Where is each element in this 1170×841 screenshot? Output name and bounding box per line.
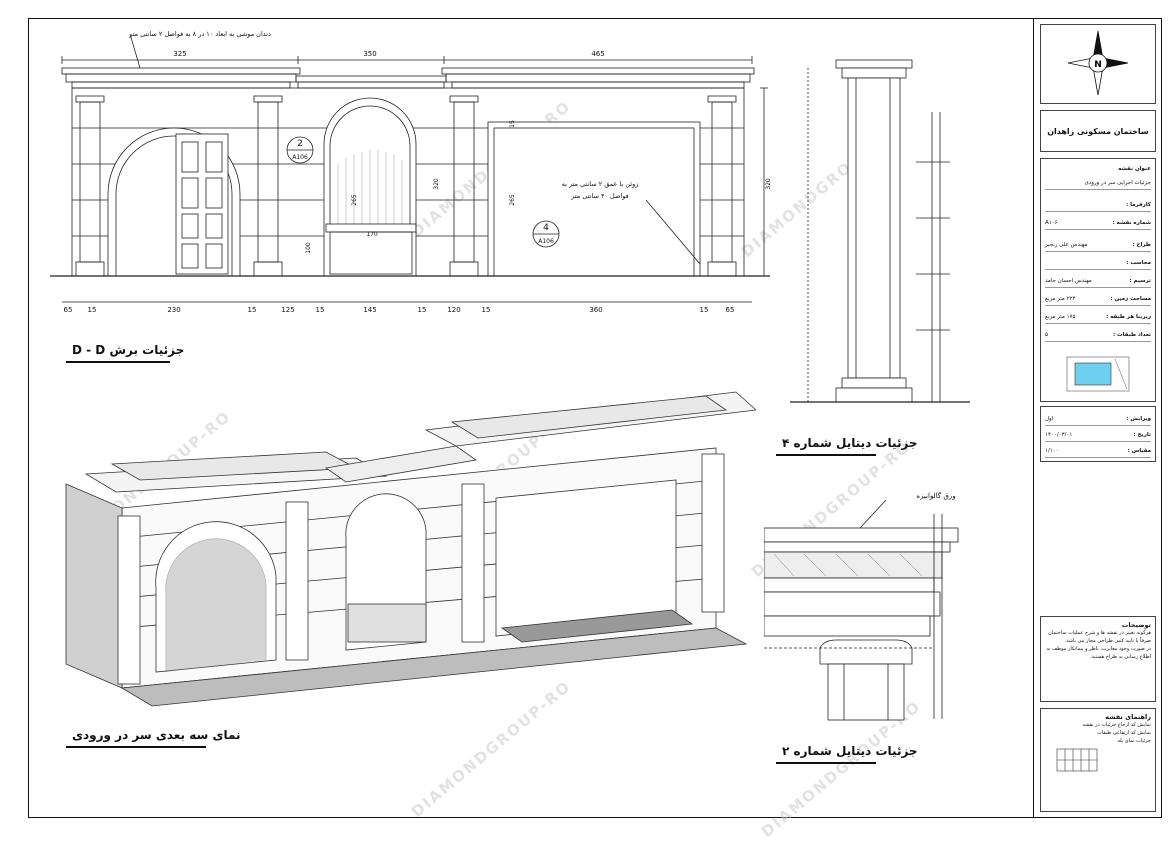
detail-4-drawing <box>790 59 970 403</box>
info-row: کارفرما : <box>1045 199 1151 212</box>
dim-bottom: 15 <box>700 306 709 314</box>
legend-cell: راهنمای نقشه نمایش کد ارجاع جزئیات در نق… <box>1040 708 1156 812</box>
sheet-title-label: عنوان نقشه <box>1118 166 1151 172</box>
project-title: ساختمان مسکونی زاهدان <box>1047 126 1149 136</box>
callout-ref: A106 <box>292 154 308 161</box>
info-row: ویرایش : اول <box>1045 413 1151 426</box>
caption-underline <box>776 454 876 456</box>
project-cell: ساختمان مسکونی زاهدان <box>1040 110 1156 152</box>
dim-inner: 170 <box>366 231 378 238</box>
dim-bottom: 360 <box>589 306 602 314</box>
legend-item: جزئیات نمای پله <box>1117 738 1151 744</box>
dim-bottom: 65 <box>726 306 735 314</box>
dim-bottom: 15 <box>418 306 427 314</box>
north-arrow-cell: N <box>1040 24 1156 104</box>
info-cell: عنوان نقشه جزئیات اجرایی سر در ورودی کار… <box>1040 158 1156 402</box>
callout-number: 4 <box>543 223 549 233</box>
info-row: محاسب : <box>1045 257 1151 270</box>
dim-bottom: 15 <box>316 306 325 314</box>
note-dentil: دندان موشی به ابعاد ۱۰ در ۸ به فواصل ۲ س… <box>128 30 271 38</box>
dim-bottom: 120 <box>447 306 460 314</box>
dim-top: 350 <box>363 50 376 58</box>
dim-bottom: 15 <box>88 306 97 314</box>
isometric-view <box>65 391 756 707</box>
dim-vertical: 265 <box>509 194 516 206</box>
dim-vertical: 320 <box>433 178 440 190</box>
note-galvanized: ورق گالوانیزه <box>916 491 955 500</box>
info-row: ترسیم : مهندس احسان حامد <box>1045 275 1151 288</box>
dim-vertical: 265 <box>351 194 358 206</box>
caption-detail2: جزئیات دیتایل شماره ۲ <box>782 744 918 758</box>
revision-cell: ویرایش : اول تاریخ :۱۴۰۰/۰۳/۰۱ مقیاس :۱/۱… <box>1040 406 1156 462</box>
north-label: N <box>1094 60 1102 70</box>
dim-bottom: 125 <box>281 306 294 314</box>
dim-vertical: 320 <box>765 178 772 190</box>
dim-bottom: 145 <box>363 306 376 314</box>
info-row: مقیاس :۱/۱۰۰ <box>1045 445 1151 458</box>
dim-top: 325 <box>173 50 186 58</box>
caption-detail4: جزئیات دیتایل شماره ۴ <box>782 436 918 450</box>
dim-vertical: 15 <box>509 120 516 128</box>
title-block: N ساختمان مسکونی زاهدان عنوان نقشه جزئیا… <box>1034 18 1162 818</box>
info-row: شماره نقشه : A۱۰۶ <box>1045 217 1151 230</box>
dim-vertical: 100 <box>305 242 312 254</box>
info-row: طراح : مهندس علی رنجبر <box>1045 239 1151 252</box>
dim-bottom: 230 <box>167 306 180 314</box>
info-row: تعداد طبقات :۵ <box>1045 329 1151 342</box>
legend-item: نمایش کد ارتفاعی طبقات <box>1097 730 1151 736</box>
info-row: تاریخ :۱۴۰۰/۰۳/۰۱ <box>1045 429 1151 442</box>
caption-underline <box>776 762 876 764</box>
caption-underline <box>66 361 170 363</box>
legend-title: راهنمای نقشه <box>1105 713 1151 721</box>
notes-cell: توضیحات هرگونه تغییر در نقشه ها و شرح عم… <box>1040 616 1156 702</box>
callout-number: 2 <box>297 139 303 149</box>
callout-ref: A106 <box>538 238 554 245</box>
sheet-title: جزئیات اجرایی سر در ورودی <box>1084 180 1151 186</box>
info-row: زیربنا هر طبقه :۱۷۵ متر مربع <box>1045 311 1151 324</box>
detail-2-drawing: ورق گالوانیزه <box>764 491 959 721</box>
caption-iso: نمای سه بعدی سر در ورودی <box>72 728 241 742</box>
notes-text: هرگونه تغییر در نقشه ها و شرح عملیات ساخ… <box>1046 630 1151 660</box>
section-elevation: 325 350 465 65 15 230 15 125 15 145 15 1… <box>50 30 772 314</box>
dim-bottom: 65 <box>64 306 73 314</box>
north-arrow-icon: N <box>1067 30 1129 96</box>
caption-underline <box>66 746 206 748</box>
dim-bottom: 15 <box>248 306 257 314</box>
info-row: مساحت زمین :۲۲۴ متر مربع <box>1045 293 1151 306</box>
notes-title: توضیحات <box>1121 621 1151 629</box>
dim-bottom: 15 <box>482 306 491 314</box>
caption-section: جزئیات برش D - D <box>72 343 185 357</box>
dim-top: 465 <box>591 50 604 58</box>
stair-icon <box>1056 748 1098 772</box>
legend-item: نمایش کد ارجاع جزئیات در نقشه <box>1082 722 1151 728</box>
site-plan-thumbnail <box>1066 356 1130 392</box>
